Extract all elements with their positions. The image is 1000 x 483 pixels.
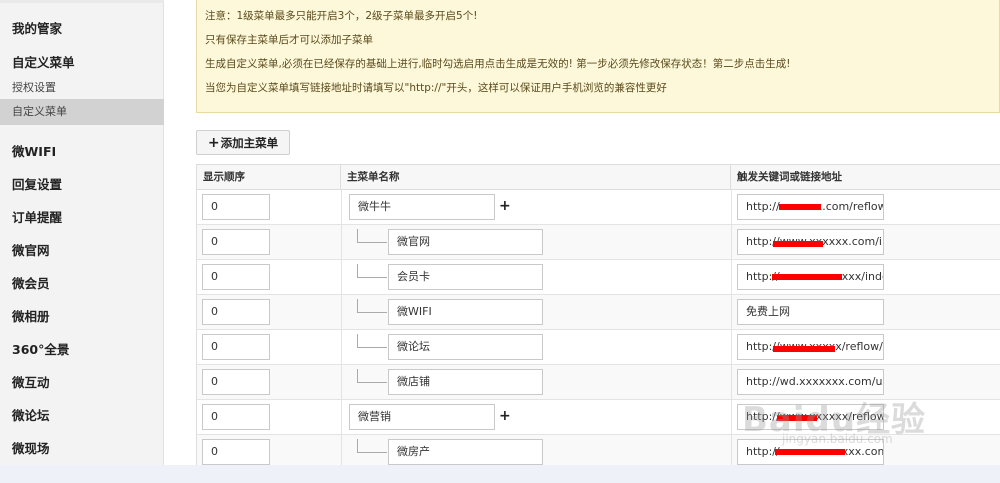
sidebar-item-micro-site[interactable]: 微官网 — [0, 240, 164, 259]
table-row: 0 微WIFI 免费上网 — [197, 295, 1000, 330]
sidebar-item-reply-settings[interactable]: 回复设置 — [0, 174, 164, 193]
sidebar-item-micro-forum[interactable]: 微论坛 — [0, 405, 164, 424]
tree-connector — [357, 299, 387, 313]
sidebar-item-micro-album[interactable]: 微相册 — [0, 306, 164, 325]
menu-name-input[interactable]: 微营销 — [349, 404, 495, 430]
table-header: 显示顺序 主菜单名称 触发关键词或链接地址 — [197, 164, 1000, 190]
add-submenu-icon[interactable]: + — [499, 408, 511, 424]
tree-connector — [357, 439, 387, 453]
order-input[interactable]: 0 — [202, 439, 270, 465]
tree-connector — [357, 334, 387, 348]
sidebar-sub-auth-settings[interactable]: 授权设置 — [0, 79, 164, 95]
notice-line: 当您为自定义菜单填写链接地址时请填写以"http://"开头，这样可以保证用户手… — [205, 82, 667, 94]
header-main-menu-name: 主菜单名称 — [341, 165, 731, 190]
order-input[interactable]: 0 — [202, 264, 270, 290]
redaction-mark — [772, 274, 842, 280]
order-input[interactable]: 0 — [202, 369, 270, 395]
header-keyword-or-link: 触发关键词或链接地址 — [737, 171, 842, 183]
submenu-name-input[interactable]: 微店铺 — [388, 369, 543, 395]
sidebar-sub-custom-menu[interactable]: 自定义菜单 — [0, 99, 164, 125]
notice-line: 生成自定义菜单,必须在已经保存的基础上进行,临时勾选启用点击生成是无效的! 第一… — [205, 58, 791, 70]
submenu-name-input[interactable]: 微官网 — [388, 229, 543, 255]
submenu-name-input[interactable]: 会员卡 — [388, 264, 543, 290]
redaction-mark — [773, 241, 823, 247]
watermark-url: jingyan.baidu.com — [782, 432, 893, 446]
table-row: 0 会员卡 http://www.xxxxxxxx/inde› — [197, 260, 1000, 295]
submenu-name-input[interactable]: 微论坛 — [388, 334, 543, 360]
menu-name-input[interactable]: 微牛牛 — [349, 194, 495, 220]
tree-connector — [357, 369, 387, 383]
table-row: 0 微论坛 http://www.xxxxx/reflow/1 — [197, 330, 1000, 365]
notice-line: 只有保存主菜单后才可以添加子菜单 — [205, 34, 373, 46]
order-input[interactable]: 0 — [202, 194, 270, 220]
order-input[interactable]: 0 — [202, 229, 270, 255]
redaction-mark — [779, 204, 821, 210]
sidebar-item-order-reminder[interactable]: 订单提醒 — [0, 207, 164, 226]
table-row: 0 微官网 http://www.xxxxxx.com/inde› — [197, 225, 1000, 260]
sidebar-item-wifi[interactable]: 微WIFI — [0, 141, 164, 160]
tree-connector — [357, 229, 387, 243]
add-main-menu-label: 添加主菜单 — [220, 135, 279, 150]
sidebar-item-micro-live[interactable]: 微现场 — [0, 438, 164, 457]
sidebar-item-my-manager[interactable]: 我的管家 — [0, 18, 164, 37]
order-input[interactable]: 0 — [202, 299, 270, 325]
submenu-name-input[interactable]: 微WIFI — [388, 299, 543, 325]
sidebar-item-micro-member[interactable]: 微会员 — [0, 273, 164, 292]
table-row: 0 微牛牛 + http://www.xx.com/reflow/1 — [197, 190, 1000, 225]
plus-icon: + — [207, 134, 220, 151]
redaction-mark — [773, 346, 835, 352]
submenu-name-input[interactable]: 微房产 — [388, 439, 543, 465]
sidebar: 我的管家 自定义菜单 授权设置 自定义菜单 微WIFI 回复设置 订单提醒 微官… — [0, 0, 164, 465]
add-main-menu-button[interactable]: + 添加主菜单 — [196, 130, 290, 155]
notice-line: 注意：1级菜单最多只能开启3个，2级子菜单最多开启5个! — [205, 10, 478, 22]
sidebar-item-micro-interact[interactable]: 微互动 — [0, 372, 164, 391]
tree-connector — [357, 264, 387, 278]
header-display-order: 显示顺序 — [197, 165, 341, 190]
add-submenu-icon[interactable]: + — [499, 198, 511, 214]
sidebar-top-line — [0, 0, 164, 3]
order-input[interactable]: 0 — [202, 334, 270, 360]
order-input[interactable]: 0 — [202, 404, 270, 430]
link-input[interactable]: 免费上网 — [737, 299, 884, 325]
bottom-band — [0, 465, 1000, 483]
sidebar-item-custom-menu[interactable]: 自定义菜单 — [0, 52, 164, 71]
sidebar-item-panorama[interactable]: 360°全景 — [0, 339, 164, 358]
notice-box: 注意：1级菜单最多只能开启3个，2级子菜单最多开启5个! 只有保存主菜单后才可以… — [196, 0, 1000, 113]
baidu-jingyan-watermark: Baidu经验 jingyan.baidu.com — [742, 392, 942, 452]
